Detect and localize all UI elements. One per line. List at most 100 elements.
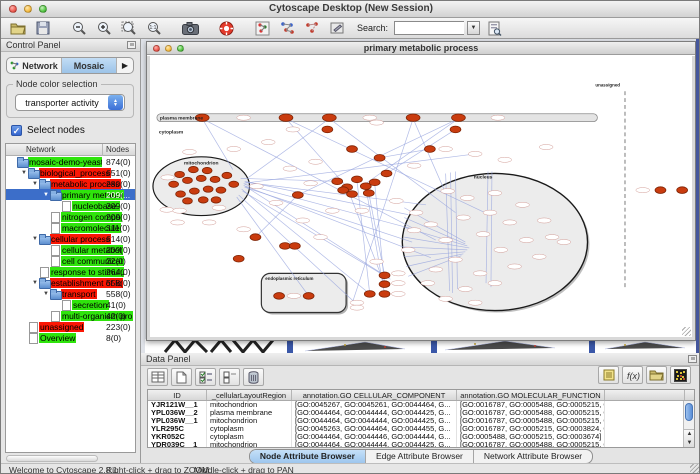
mito-gene-node[interactable] <box>176 191 186 197</box>
unassigned-gene-node[interactable] <box>677 187 688 194</box>
table-row[interactable]: YJR121W__1mitochondrion[GO:0045267, GO:0… <box>148 401 694 409</box>
tree-row-overview[interactable]: Overview8(0) <box>6 332 135 343</box>
gene-node[interactable] <box>424 146 435 153</box>
membrane-gene-node[interactable] <box>406 114 420 121</box>
delete-attribute-icon[interactable] <box>243 368 264 386</box>
gene-node[interactable] <box>379 291 390 298</box>
mito-gene-node[interactable] <box>169 181 179 187</box>
enhanced-search-icon[interactable] <box>483 19 505 37</box>
new-attribute-icon[interactable] <box>171 368 192 386</box>
table-row[interactable]: YPL036W__1mitochondrion[GO:0044464, GO:0… <box>148 417 694 425</box>
tree-row-establishment-of-lo[interactable]: ▼establishment of lo558(0) <box>6 277 135 288</box>
tab-network-attribute-browser[interactable]: Network Attribute Browser <box>474 450 592 463</box>
tree-row-cellular-metabol[interactable]: cellular metabol209(0) <box>6 244 135 255</box>
view-titlebar[interactable]: primary metabolic process <box>147 42 695 55</box>
mito-gene-node[interactable] <box>183 198 193 204</box>
tree-row-nucleobase-[interactable]: nucleobase-209(0) <box>6 200 135 211</box>
tree-expander-icon[interactable]: ▼ <box>31 181 39 187</box>
tree-row-cell-communicat[interactable]: cell communicat22(0) <box>6 255 135 266</box>
annotation-icon[interactable] <box>326 19 348 37</box>
formula-fx-icon[interactable]: f(x) <box>622 366 643 384</box>
table-row[interactable]: YPL036W__2plasma membrane[GO:0044464, GO… <box>148 409 694 417</box>
table-vertical-scrollbar[interactable]: ▲▼ <box>683 401 694 447</box>
gene-node[interactable] <box>379 281 390 288</box>
snapshot-camera-icon[interactable] <box>179 19 201 37</box>
select-attributes-icon[interactable] <box>195 368 216 386</box>
tree-row-metabolic-process[interactable]: ▼metabolic process280(0) <box>6 178 135 189</box>
gene-node[interactable] <box>289 243 300 250</box>
zoom-fit-icon[interactable] <box>118 19 140 37</box>
view-resize-grip[interactable] <box>682 327 691 336</box>
mito-gene-node[interactable] <box>188 166 198 172</box>
tree-row-mosaic-demo-yeast[interactable]: mosaic-demo-yeast874(0) <box>6 156 135 167</box>
unselect-attributes-icon[interactable] <box>219 368 240 386</box>
background-windows[interactable] <box>145 339 696 353</box>
tree-expander-icon[interactable]: ▼ <box>42 192 50 198</box>
er-gene-node[interactable] <box>274 293 285 300</box>
gene-node[interactable] <box>233 255 244 262</box>
mito-gene-node[interactable] <box>198 197 208 203</box>
mito-gene-node[interactable] <box>229 181 239 187</box>
float-panel-icon[interactable] <box>127 41 136 49</box>
tab-node-attribute-browser[interactable]: Node Attribute Browser <box>250 450 366 463</box>
table-row[interactable]: YKR052Ccytoplasm[GO:0044464, GO:0044446,… <box>148 433 694 441</box>
select-first-neighbors-icon[interactable] <box>276 19 298 37</box>
network-canvas[interactable]: plasma membranecytoplasmmitochondrionnuc… <box>147 56 695 340</box>
table-header-_cellularLayoutRegion[interactable]: _cellularLayoutRegion <box>207 390 292 400</box>
gene-node[interactable] <box>450 126 461 133</box>
mito-gene-node[interactable] <box>175 171 185 177</box>
gene-node[interactable] <box>347 146 358 153</box>
mito-gene-node[interactable] <box>203 186 213 192</box>
tab-scroll-right-icon[interactable]: ▶ <box>117 58 133 73</box>
gene-node[interactable] <box>363 190 374 197</box>
scrollbar-arrows[interactable]: ▲▼ <box>684 429 695 447</box>
tree-row-secretion[interactable]: secretion41(0) <box>6 299 135 310</box>
network-view-window[interactable]: primary metabolic process plasma membran… <box>146 41 696 341</box>
tree-row-response-to-stimulu[interactable]: response to stimulu264(0) <box>6 266 135 277</box>
tree-horizontal-scrollbar[interactable] <box>6 455 98 462</box>
network-overview-icon[interactable] <box>251 19 273 37</box>
gene-node[interactable] <box>352 176 363 183</box>
zoom-selected-icon[interactable]: 1:1 <box>143 19 165 37</box>
help-lifering-icon[interactable] <box>215 19 237 37</box>
open-file-icon[interactable] <box>7 19 29 37</box>
tree-row-transport[interactable]: ▼transport558(0) <box>6 288 135 299</box>
mito-gene-node[interactable] <box>216 187 226 193</box>
mito-gene-node[interactable] <box>210 176 220 182</box>
gene-node[interactable] <box>381 170 392 177</box>
tree-expander-icon[interactable]: ▼ <box>20 170 28 176</box>
tree-row-unassigned[interactable]: unassigned223(0) <box>6 321 135 332</box>
tab-edge-attribute-browser[interactable]: Edge Attribute Browser <box>366 450 474 463</box>
tree-row-primary-metabol[interactable]: ▼primary metabol209(... <box>6 189 135 200</box>
hide-selected-icon[interactable] <box>301 19 323 37</box>
table-row[interactable]: YDR039C__1mitochondrion[GO:0044464, GO:0… <box>148 441 694 448</box>
gene-node[interactable] <box>292 192 303 199</box>
table-header-blank[interactable] <box>605 390 685 400</box>
tab-mosaic[interactable]: Mosaic <box>62 58 117 73</box>
gene-node[interactable] <box>364 291 375 298</box>
search-dropdown-icon[interactable]: ▼ <box>467 21 480 35</box>
search-input[interactable] <box>394 21 464 35</box>
unassigned-gene-node[interactable] <box>655 187 666 194</box>
gene-node[interactable] <box>374 154 385 161</box>
app-titlebar[interactable]: Cytoscape Desktop (New Session) <box>1 1 700 18</box>
tree-row-multi-organism-pro[interactable]: multi-organism pro42(0) <box>6 310 135 321</box>
app-resize-grip[interactable] <box>690 464 700 474</box>
attribute-table-icon[interactable] <box>147 368 168 386</box>
er-gene-node[interactable] <box>303 293 314 300</box>
gene-node[interactable] <box>369 179 380 186</box>
tree-row-biological-process[interactable]: ▼biological_process651(0) <box>6 167 135 178</box>
float-data-panel-icon[interactable] <box>688 355 697 363</box>
tree-expander-icon[interactable]: ▼ <box>42 291 50 297</box>
mito-gene-node[interactable] <box>189 188 199 194</box>
membrane-gene-node[interactable] <box>279 114 293 121</box>
import-attributes-icon[interactable] <box>646 366 667 384</box>
membrane-gene-node[interactable] <box>322 114 336 121</box>
mito-gene-node[interactable] <box>202 167 212 173</box>
zoom-in-icon[interactable] <box>93 19 115 37</box>
node-color-dropdown[interactable]: transporter activity ▲▼ <box>15 94 125 111</box>
mito-gene-node[interactable] <box>211 197 221 203</box>
matrix-view-icon[interactable] <box>670 366 691 384</box>
tree-expander-icon[interactable]: ▼ <box>31 236 39 242</box>
table-header-annotation.GO MOLECULAR_FUNCTION[interactable]: annotation.GO MOLECULAR_FUNCTION <box>457 390 605 400</box>
